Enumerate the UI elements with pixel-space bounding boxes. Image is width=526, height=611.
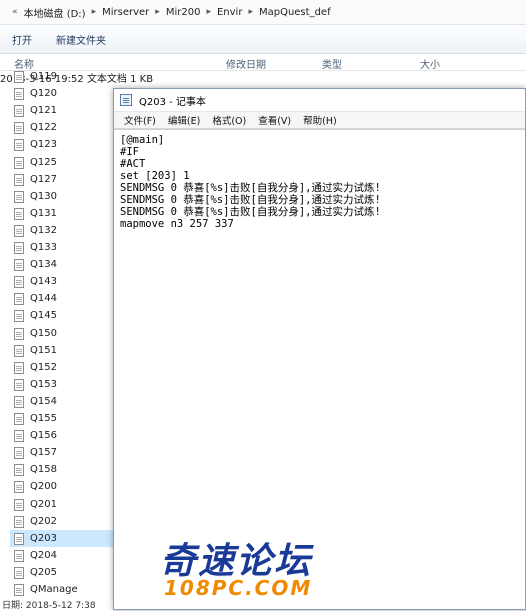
notepad-title: Q203 - 记事本 xyxy=(139,96,206,108)
file-name: Q200 xyxy=(30,481,57,492)
chevron-left-icon: « xyxy=(12,7,18,17)
chevron-right-icon[interactable]: ▸ xyxy=(246,7,255,17)
text-file-icon xyxy=(14,156,24,169)
file-name: Q120 xyxy=(30,88,57,99)
text-file-icon xyxy=(14,429,24,442)
menu-view[interactable]: 查看(V) xyxy=(252,113,297,127)
text-file-icon xyxy=(14,344,24,357)
text-line: [@main] xyxy=(120,134,165,146)
breadcrumb-mirserver[interactable]: Mirserver xyxy=(98,7,153,18)
text-line: #ACT xyxy=(120,158,146,170)
file-row[interactable]: Q119 xyxy=(14,68,514,85)
text-file-icon xyxy=(14,378,24,391)
text-line: SENDMSG 0 恭喜[%s]击败[自我分身],通过实力试炼! xyxy=(120,194,381,206)
chevron-right-icon[interactable]: ▸ xyxy=(204,7,213,17)
file-name: Q155 xyxy=(30,413,57,424)
text-line: #IF xyxy=(120,146,139,158)
file-name: Q158 xyxy=(30,464,57,475)
text-file-icon xyxy=(14,412,24,425)
chevron-right-icon[interactable]: ▸ xyxy=(153,7,162,17)
new-folder-button[interactable]: 新建文件夹 xyxy=(44,32,118,47)
file-name: Q133 xyxy=(30,242,57,253)
text-file-icon xyxy=(14,498,24,511)
file-name: Q134 xyxy=(30,259,57,270)
file-name: Q154 xyxy=(30,396,57,407)
text-line: mapmove n3 257 337 xyxy=(120,218,234,230)
file-name: Q144 xyxy=(30,293,57,304)
text-file-icon xyxy=(14,121,24,134)
file-name: Q132 xyxy=(30,225,57,236)
file-name: Q204 xyxy=(30,550,57,561)
file-row[interactable]: Q203 xyxy=(10,530,114,547)
text-line: SENDMSG 0 恭喜[%s]击败[自我分身],通过实力试炼! xyxy=(120,182,381,194)
file-name: Q203 xyxy=(30,533,57,544)
file-name: Q125 xyxy=(30,157,57,168)
text-file-icon xyxy=(14,361,24,374)
breadcrumb-mir200[interactable]: Mir200 xyxy=(162,7,205,18)
file-name: Q153 xyxy=(30,379,57,390)
text-file-icon xyxy=(14,532,24,545)
notepad-titlebar[interactable]: Q203 - 记事本 xyxy=(114,89,525,112)
file-name: Q130 xyxy=(30,191,57,202)
file-name: Q131 xyxy=(30,208,57,219)
file-name: Q123 xyxy=(30,139,57,150)
text-file-icon xyxy=(14,87,24,100)
text-file-icon xyxy=(14,309,24,322)
text-file-icon xyxy=(14,395,24,408)
text-file-icon xyxy=(14,463,24,476)
watermark-logo: 奇速论坛 108PC.COM xyxy=(160,532,370,602)
breadcrumb-drive[interactable]: 本地磁盘 (D:) xyxy=(20,5,90,20)
menu-edit[interactable]: 编辑(E) xyxy=(162,113,206,127)
text-file-icon xyxy=(14,138,24,151)
text-line: SENDMSG 0 恭喜[%s]击败[自我分身],通过实力试炼! xyxy=(120,206,381,218)
watermark-site: 108PC.COM xyxy=(164,576,313,600)
text-file-icon xyxy=(14,292,24,305)
text-file-icon xyxy=(14,224,24,237)
address-bar[interactable]: « 本地磁盘 (D:) ▸ Mirserver ▸ Mir200 ▸ Envir… xyxy=(0,0,526,25)
file-name: Q143 xyxy=(30,276,57,287)
breadcrumb-mapquest[interactable]: MapQuest_def xyxy=(255,7,335,18)
menu-help[interactable]: 帮助(H) xyxy=(297,113,343,127)
file-name: Q127 xyxy=(30,174,57,185)
file-name: QManage xyxy=(30,584,78,595)
text-file-icon xyxy=(14,190,24,203)
chevron-right-icon[interactable]: ▸ xyxy=(90,7,99,17)
text-file-icon xyxy=(14,480,24,493)
text-file-icon xyxy=(14,173,24,186)
text-file-icon xyxy=(14,241,24,254)
file-name: Q145 xyxy=(30,310,57,321)
explorer-toolbar: 打开 新建文件夹 xyxy=(0,25,526,54)
notepad-menubar: 文件(F) 编辑(E) 格式(O) 查看(V) 帮助(H) xyxy=(114,112,525,129)
open-button[interactable]: 打开 xyxy=(0,32,44,47)
file-name: Q202 xyxy=(30,516,57,527)
file-name: Q119 xyxy=(30,71,57,82)
text-file-icon xyxy=(14,549,24,562)
file-name: Q157 xyxy=(30,447,57,458)
file-name: Q156 xyxy=(30,430,57,441)
breadcrumb: « 本地磁盘 (D:) ▸ Mirserver ▸ Mir200 ▸ Envir… xyxy=(0,5,335,20)
text-file-icon xyxy=(14,275,24,288)
text-file-icon xyxy=(14,70,24,83)
text-line: set [203] 1 xyxy=(120,170,190,182)
file-name: Q121 xyxy=(30,105,57,116)
breadcrumb-envir[interactable]: Envir xyxy=(213,7,246,18)
file-name: Q152 xyxy=(30,362,57,373)
menu-format[interactable]: 格式(O) xyxy=(206,113,252,127)
menu-file[interactable]: 文件(F) xyxy=(118,113,162,127)
file-name: Q151 xyxy=(30,345,57,356)
notepad-icon xyxy=(120,94,132,106)
text-file-icon xyxy=(14,258,24,271)
text-file-icon xyxy=(14,566,24,579)
file-name: Q201 xyxy=(30,499,57,510)
text-file-icon xyxy=(14,583,24,596)
text-file-icon xyxy=(14,104,24,117)
file-name: Q122 xyxy=(30,122,57,133)
file-name: Q205 xyxy=(30,567,57,578)
file-name: Q150 xyxy=(30,328,57,339)
text-file-icon xyxy=(14,446,24,459)
text-file-icon xyxy=(14,515,24,528)
text-file-icon xyxy=(14,327,24,340)
text-file-icon xyxy=(14,207,24,220)
